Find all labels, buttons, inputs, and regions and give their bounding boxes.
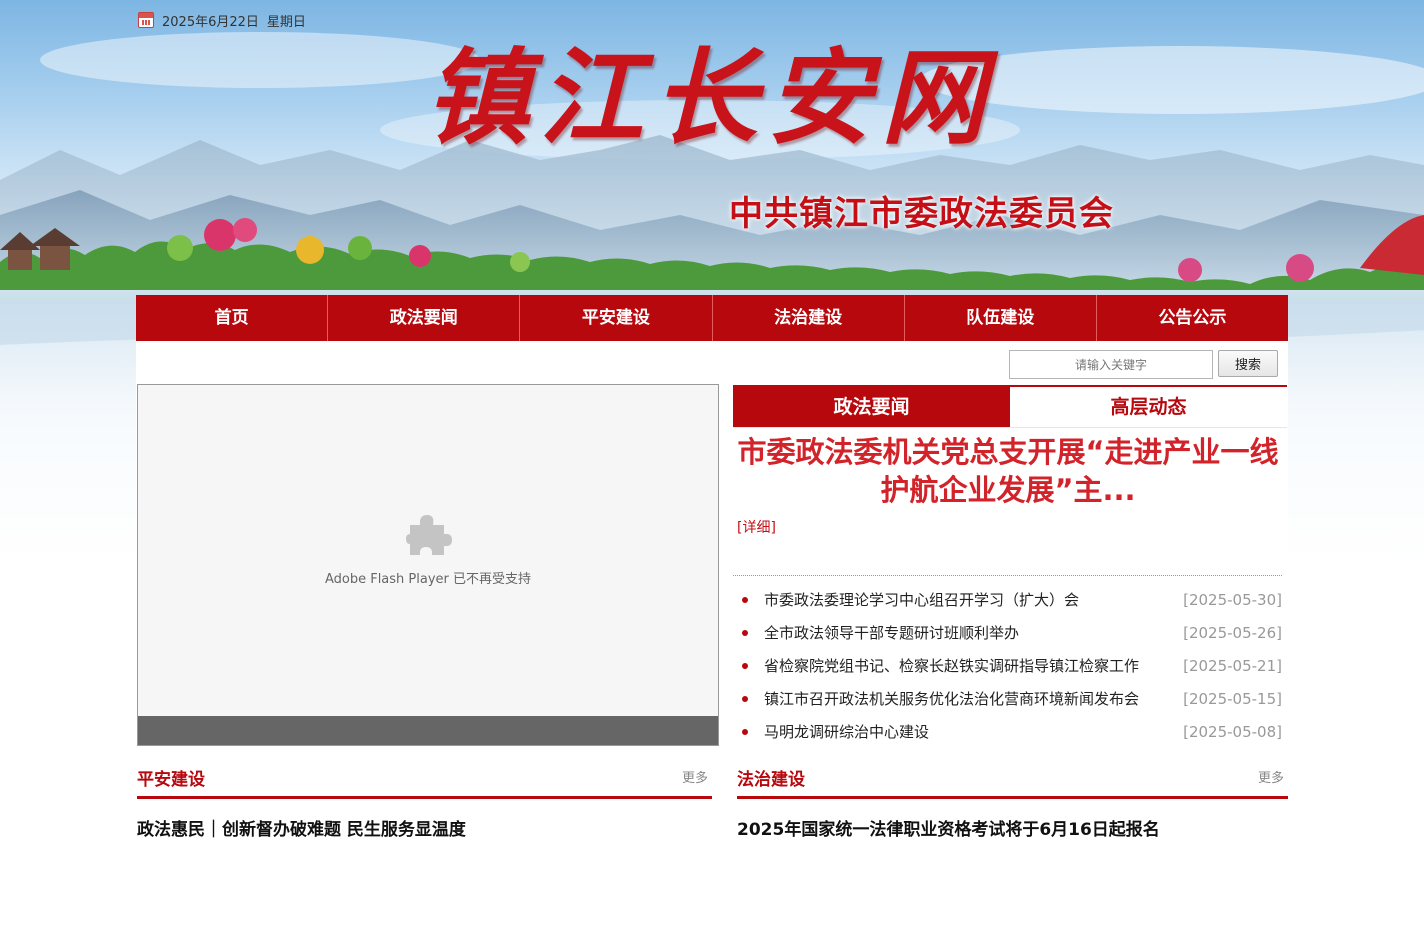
headline-link[interactable]: 市委政法委机关党总支开展“走进产业一线 护航企业发展”主... bbox=[735, 433, 1281, 509]
nav-item-home[interactable]: 首页 bbox=[136, 295, 329, 341]
detail-link[interactable]: [详细] bbox=[737, 517, 776, 537]
nav-item-team-building[interactable]: 队伍建设 bbox=[905, 295, 1097, 341]
nav-item-announcements[interactable]: 公告公示 bbox=[1097, 295, 1288, 341]
news-title[interactable]: 省检察院党组书记、检察长赵铁实调研指导镇江检察工作 bbox=[764, 655, 1173, 676]
flash-control-bar bbox=[138, 716, 718, 745]
news-date: [2025-05-08] bbox=[1183, 722, 1282, 741]
news-date: [2025-05-15] bbox=[1183, 689, 1282, 708]
flash-unsupported-message: Adobe Flash Player 已不再受支持 bbox=[324, 572, 532, 587]
news-title[interactable]: 市委政法委理论学习中心组召开学习（扩大）会 bbox=[764, 589, 1173, 610]
date-bar: 2025年6月22日 星期日 bbox=[138, 10, 306, 30]
news-title[interactable]: 镇江市召开政法机关服务优化法治化营商环境新闻发布会 bbox=[764, 688, 1173, 709]
news-date: [2025-05-30] bbox=[1183, 590, 1282, 609]
plugin-puzzle-icon bbox=[406, 515, 452, 555]
site-title: 镇江长安网 bbox=[425, 36, 996, 159]
nav-item-rule-of-law[interactable]: 法治建设 bbox=[713, 295, 905, 341]
bullet-icon bbox=[742, 728, 748, 735]
tab-leadership-updates[interactable]: 高层动态 bbox=[1010, 387, 1287, 427]
section-header-rule-of-law: 法治建设 更多 bbox=[737, 762, 1288, 799]
news-list: 市委政法委理论学习中心组召开学习（扩大）会 [2025-05-30] 全市政法领… bbox=[737, 583, 1282, 748]
current-date: 2025年6月22日 bbox=[162, 14, 259, 30]
news-list-item[interactable]: 市委政法委理论学习中心组召开学习（扩大）会 [2025-05-30] bbox=[737, 583, 1282, 616]
news-list-item[interactable]: 镇江市召开政法机关服务优化法治化营商环境新闻发布会 [2025-05-15] bbox=[737, 682, 1282, 715]
news-date: [2025-05-21] bbox=[1183, 656, 1282, 675]
bullet-icon bbox=[742, 629, 748, 636]
news-list-item[interactable]: 全市政法领导干部专题研讨班顺利举办 [2025-05-26] bbox=[737, 616, 1282, 649]
section-title-peace-building: 平安建设 bbox=[137, 770, 205, 790]
article-link-peace-building[interactable]: 政法惠民｜创新督办破难题 民生服务显温度 bbox=[137, 815, 466, 840]
section-title-rule-of-law: 法治建设 bbox=[737, 770, 805, 790]
article-link-rule-of-law[interactable]: 2025年国家统一法律职业资格考试将于6月16日起报名 bbox=[737, 815, 1160, 840]
site-subtitle: 中共镇江市委政法委员会 bbox=[729, 194, 1114, 234]
tab-political-law-news[interactable]: 政法要闻 bbox=[733, 387, 1010, 427]
bullet-icon bbox=[742, 695, 748, 702]
news-title[interactable]: 马明龙调研综治中心建设 bbox=[764, 721, 1173, 742]
nav-item-political-law-news[interactable]: 政法要闻 bbox=[328, 295, 521, 341]
news-list-item[interactable]: 马明龙调研综治中心建设 [2025-05-08] bbox=[737, 715, 1282, 748]
news-tabs: 政法要闻 高层动态 bbox=[733, 385, 1287, 428]
divider bbox=[733, 575, 1282, 576]
flash-player-placeholder[interactable]: Adobe Flash Player 已不再受支持 bbox=[137, 384, 719, 746]
bullet-icon bbox=[742, 662, 748, 669]
calendar-icon bbox=[138, 12, 154, 28]
section-header-peace-building: 平安建设 更多 bbox=[137, 762, 712, 799]
news-date: [2025-05-26] bbox=[1183, 623, 1282, 642]
more-link-rule-of-law[interactable]: 更多 bbox=[1258, 767, 1284, 786]
bullet-icon bbox=[742, 596, 748, 603]
search-button[interactable]: 搜索 bbox=[1218, 350, 1278, 377]
more-link-peace-building[interactable]: 更多 bbox=[682, 767, 708, 786]
news-title[interactable]: 全市政法领导干部专题研讨班顺利举办 bbox=[764, 622, 1173, 643]
current-weekday: 星期日 bbox=[266, 14, 306, 30]
main-nav: 首页 政法要闻 平安建设 法治建设 队伍建设 公告公示 bbox=[136, 295, 1288, 341]
nav-item-peace-building[interactable]: 平安建设 bbox=[520, 295, 713, 341]
flash-content-area: Adobe Flash Player 已不再受支持 bbox=[138, 385, 718, 716]
news-list-item[interactable]: 省检察院党组书记、检察长赵铁实调研指导镇江检察工作 [2025-05-21] bbox=[737, 649, 1282, 682]
search-input[interactable] bbox=[1009, 350, 1213, 379]
